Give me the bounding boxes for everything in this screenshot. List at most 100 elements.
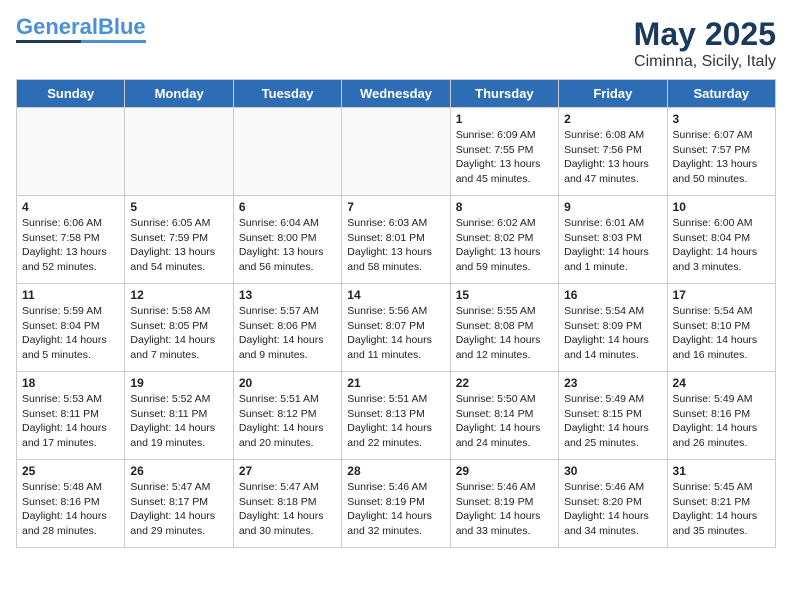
calendar-cell: 28 Sunrise: 5:46 AMSunset: 8:19 PMDayligh… [342,460,450,548]
calendar-cell: 21 Sunrise: 5:51 AMSunset: 8:13 PMDayligh… [342,372,450,460]
cell-info: Sunrise: 5:46 AMSunset: 8:19 PMDaylight:… [347,480,444,539]
cell-info: Sunrise: 5:48 AMSunset: 8:16 PMDaylight:… [22,480,119,539]
day-number: 11 [22,288,119,302]
cell-info: Sunrise: 6:07 AMSunset: 7:57 PMDaylight:… [673,128,770,187]
header-day-tuesday: Tuesday [233,80,341,108]
calendar-cell: 10 Sunrise: 6:00 AMSunset: 8:04 PMDayligh… [667,196,775,284]
calendar-cell [125,108,233,196]
calendar-cell [342,108,450,196]
calendar-cell: 31Sunrise: 5:45 AMSunset: 8:21 PMDayligh… [667,460,775,548]
cell-info: Sunrise: 5:55 AMSunset: 8:08 PMDaylight:… [456,304,553,363]
logo: GeneralBlue [16,16,146,43]
day-number: 4 [22,200,119,214]
cell-info: Sunrise: 5:51 AMSunset: 8:13 PMDaylight:… [347,392,444,451]
day-number: 24 [673,376,770,390]
location: Ciminna, Sicily, Italy [634,53,776,71]
calendar-cell: 5 Sunrise: 6:05 AMSunset: 7:59 PMDaylight… [125,196,233,284]
day-number: 16 [564,288,661,302]
calendar-cell: 8 Sunrise: 6:02 AMSunset: 8:02 PMDaylight… [450,196,558,284]
cell-info: Sunrise: 6:06 AMSunset: 7:58 PMDaylight:… [22,216,119,275]
calendar-cell: 25 Sunrise: 5:48 AMSunset: 8:16 PMDayligh… [17,460,125,548]
day-number: 6 [239,200,336,214]
cell-info: Sunrise: 6:01 AMSunset: 8:03 PMDaylight:… [564,216,661,275]
week-row-3: 18Sunrise: 5:53 AMSunset: 8:11 PMDayligh… [17,372,776,460]
calendar-cell: 4 Sunrise: 6:06 AMSunset: 7:58 PMDaylight… [17,196,125,284]
cell-info: Sunrise: 5:59 AMSunset: 8:04 PMDaylight:… [22,304,119,363]
day-number: 18 [22,376,119,390]
day-number: 2 [564,112,661,126]
logo-text: GeneralBlue [16,16,146,38]
calendar-cell: 14 Sunrise: 5:56 AMSunset: 8:07 PMDayligh… [342,284,450,372]
cell-info: Sunrise: 5:54 AMSunset: 8:09 PMDaylight:… [564,304,661,363]
day-number: 29 [456,464,553,478]
cell-info: Sunrise: 6:05 AMSunset: 7:59 PMDaylight:… [130,216,227,275]
header-day-saturday: Saturday [667,80,775,108]
day-number: 10 [673,200,770,214]
day-number: 7 [347,200,444,214]
cell-info: Sunrise: 5:58 AMSunset: 8:05 PMDaylight:… [130,304,227,363]
cell-info: Sunrise: 5:56 AMSunset: 8:07 PMDaylight:… [347,304,444,363]
day-number: 9 [564,200,661,214]
cell-info: Sunrise: 6:04 AMSunset: 8:00 PMDaylight:… [239,216,336,275]
cell-info: Sunrise: 5:57 AMSunset: 8:06 PMDaylight:… [239,304,336,363]
calendar-cell: 15 Sunrise: 5:55 AMSunset: 8:08 PMDayligh… [450,284,558,372]
calendar-cell: 17 Sunrise: 5:54 AMSunset: 8:10 PMDayligh… [667,284,775,372]
day-number: 17 [673,288,770,302]
calendar-cell: 2Sunrise: 6:08 AMSunset: 7:56 PMDaylight… [559,108,667,196]
cell-info: Sunrise: 5:47 AMSunset: 8:18 PMDaylight:… [239,480,336,539]
calendar-cell: 18Sunrise: 5:53 AMSunset: 8:11 PMDayligh… [17,372,125,460]
day-number: 21 [347,376,444,390]
day-number: 3 [673,112,770,126]
cell-info: Sunrise: 5:54 AMSunset: 8:10 PMDaylight:… [673,304,770,363]
day-number: 13 [239,288,336,302]
cell-info: Sunrise: 6:00 AMSunset: 8:04 PMDaylight:… [673,216,770,275]
cell-info: Sunrise: 5:46 AMSunset: 8:19 PMDaylight:… [456,480,553,539]
week-row-0: 1 Sunrise: 6:09 AMSunset: 7:55 PMDaylight… [17,108,776,196]
day-number: 27 [239,464,336,478]
calendar-cell: 9 Sunrise: 6:01 AMSunset: 8:03 PMDaylight… [559,196,667,284]
day-number: 26 [130,464,227,478]
week-row-4: 25 Sunrise: 5:48 AMSunset: 8:16 PMDayligh… [17,460,776,548]
calendar-cell: 12 Sunrise: 5:58 AMSunset: 8:05 PMDayligh… [125,284,233,372]
calendar-cell: 1 Sunrise: 6:09 AMSunset: 7:55 PMDaylight… [450,108,558,196]
day-number: 20 [239,376,336,390]
header-day-monday: Monday [125,80,233,108]
day-number: 25 [22,464,119,478]
cell-info: Sunrise: 6:02 AMSunset: 8:02 PMDaylight:… [456,216,553,275]
cell-info: Sunrise: 5:45 AMSunset: 8:21 PMDaylight:… [673,480,770,539]
day-number: 28 [347,464,444,478]
cell-info: Sunrise: 6:03 AMSunset: 8:01 PMDaylight:… [347,216,444,275]
calendar-cell: 13 Sunrise: 5:57 AMSunset: 8:06 PMDayligh… [233,284,341,372]
cell-info: Sunrise: 6:09 AMSunset: 7:55 PMDaylight:… [456,128,553,187]
logo-general: General [16,14,98,39]
day-number: 8 [456,200,553,214]
calendar-cell: 29 Sunrise: 5:46 AMSunset: 8:19 PMDayligh… [450,460,558,548]
page-header: GeneralBlue May 2025 Ciminna, Sicily, It… [16,16,776,71]
calendar-cell: 26 Sunrise: 5:47 AMSunset: 8:17 PMDayligh… [125,460,233,548]
cell-info: Sunrise: 5:46 AMSunset: 8:20 PMDaylight:… [564,480,661,539]
calendar-cell: 23Sunrise: 5:49 AMSunset: 8:15 PMDayligh… [559,372,667,460]
calendar-cell: 3 Sunrise: 6:07 AMSunset: 7:57 PMDaylight… [667,108,775,196]
logo-blue: Blue [98,14,146,39]
header-day-friday: Friday [559,80,667,108]
calendar-cell [17,108,125,196]
day-number: 5 [130,200,227,214]
calendar-cell: 24Sunrise: 5:49 AMSunset: 8:16 PMDayligh… [667,372,775,460]
day-number: 1 [456,112,553,126]
day-number: 14 [347,288,444,302]
month-title: May 2025 [634,16,776,53]
cell-info: Sunrise: 5:51 AMSunset: 8:12 PMDaylight:… [239,392,336,451]
title-block: May 2025 Ciminna, Sicily, Italy [634,16,776,71]
day-number: 12 [130,288,227,302]
cell-info: Sunrise: 5:49 AMSunset: 8:15 PMDaylight:… [564,392,661,451]
calendar-cell: 16 Sunrise: 5:54 AMSunset: 8:09 PMDayligh… [559,284,667,372]
calendar-cell: 27 Sunrise: 5:47 AMSunset: 8:18 PMDayligh… [233,460,341,548]
calendar-cell: 11 Sunrise: 5:59 AMSunset: 8:04 PMDayligh… [17,284,125,372]
day-number: 22 [456,376,553,390]
calendar-cell [233,108,341,196]
week-row-2: 11 Sunrise: 5:59 AMSunset: 8:04 PMDayligh… [17,284,776,372]
day-number: 15 [456,288,553,302]
calendar-cell: 19Sunrise: 5:52 AMSunset: 8:11 PMDayligh… [125,372,233,460]
calendar-cell: 6 Sunrise: 6:04 AMSunset: 8:00 PMDaylight… [233,196,341,284]
cell-info: Sunrise: 5:47 AMSunset: 8:17 PMDaylight:… [130,480,227,539]
